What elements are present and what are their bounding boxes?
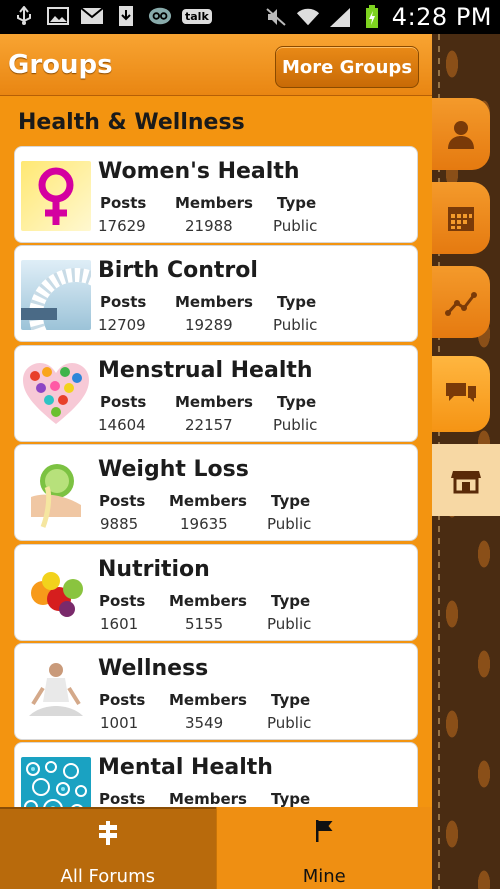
type-label: Type [277,293,317,312]
type-value: Public [267,515,312,534]
chart-icon [445,292,477,316]
posts-label: Posts [100,293,147,312]
posts-value: 9885 [100,515,139,534]
voicemail-icon [148,5,172,27]
type-label: Type [271,591,311,610]
wellness-thumbnail [21,657,91,728]
members-value: 22157 [185,415,233,434]
members-value: 3549 [185,713,224,732]
posts-value: 12709 [98,316,146,335]
clock: 4:28 PM [391,3,492,31]
type-value: Public [267,614,312,633]
posts-label: Posts [100,194,147,212]
posts-label: Posts [99,790,146,809]
group-name: Nutrition [98,556,210,582]
store-icon [451,471,481,494]
group-name: Mental Health [98,755,273,781]
posts-label: Posts [99,591,146,610]
flag-icon [316,820,333,842]
group-card-womens-health[interactable]: Women's Health Posts Members Type 17629 … [14,146,418,243]
group-card-nutrition[interactable]: Nutrition Posts Members Type 1601 5155 P… [14,543,418,641]
side-panel [432,34,500,889]
download-icon [114,5,138,27]
members-label: Members [169,492,247,511]
bottom-tab-bar: All Forums Mine [0,807,432,889]
calendar-icon [448,207,474,231]
group-list[interactable]: Women's Health Posts Members Type 17629 … [14,146,418,842]
type-value: Public [267,713,312,732]
members-label: Members [175,392,253,411]
members-value: 19289 [185,316,233,335]
status-bar: talk 4:28 PM [0,0,500,34]
header-bar: Groups More Groups [0,34,432,96]
members-label: Members [175,293,253,312]
image-icon [46,5,70,27]
talk-icon: talk [182,8,212,24]
weight-loss-thumbnail [21,459,91,530]
birth-control-thumbnail [21,260,91,331]
calendar-tab[interactable] [432,182,490,254]
more-groups-button[interactable]: More Groups [275,46,419,88]
group-name: Wellness [98,655,209,681]
chat-icon [446,383,476,402]
group-card-birth-control[interactable]: Birth Control Posts Members Type 12709 1… [14,245,418,343]
group-name: Birth Control [98,258,258,284]
signpost-icon [98,821,117,845]
members-value: 5155 [185,614,224,633]
groups-drawer: Groups More Groups Health & Wellness Wom… [0,34,432,889]
type-label: Type [271,690,311,709]
tab-mine[interactable]: Mine [215,807,432,889]
group-card-weight-loss[interactable]: Weight Loss Posts Members Type 9885 1963… [14,444,418,542]
group-name: Menstrual Health [98,357,313,383]
members-label: Members [169,790,247,809]
group-name: Women's Health [98,159,300,184]
store-tab[interactable] [432,444,500,516]
type-value: Public [273,316,318,335]
members-value: 21988 [185,217,233,235]
group-card-wellness[interactable]: Wellness Posts Members Type 1001 3549 Pu… [14,642,418,740]
members-label: Members [175,194,253,212]
usb-icon [12,5,36,27]
members-label: Members [169,591,247,610]
profile-icon [448,121,474,149]
posts-label: Posts [100,392,147,411]
group-card-menstrual-health[interactable]: Menstrual Health Posts Members Type 1460… [14,344,418,442]
wifi-icon [296,6,320,28]
type-value: Public [273,415,318,434]
battery-charging-icon [360,5,384,28]
members-label: Members [169,690,247,709]
type-label: Type [277,194,317,212]
type-label: Type [277,392,317,411]
chart-tab[interactable] [432,266,490,338]
gmail-icon [80,5,104,27]
profile-tab[interactable] [432,98,490,170]
page-title: Groups [8,50,113,80]
type-label: Type [271,492,311,511]
womens-health-thumbnail [21,161,91,231]
posts-value: 14604 [98,415,146,434]
tab-label: Mine [302,866,346,887]
menstrual-health-thumbnail [21,359,91,430]
type-value: Public [273,217,318,235]
signal-icon [328,6,352,28]
mute-icon [264,6,288,28]
members-value: 19635 [180,515,228,534]
tab-label: All Forums [60,866,155,887]
type-label: Type [271,790,311,809]
posts-label: Posts [99,690,146,709]
posts-value: 17629 [98,217,146,235]
chat-tab[interactable] [432,356,490,432]
posts-value: 1001 [100,713,139,732]
posts-label: Posts [99,492,146,511]
posts-value: 1601 [100,614,139,633]
tab-all-forums[interactable]: All Forums [0,807,216,889]
section-title: Health & Wellness [18,110,245,135]
group-name: Weight Loss [98,457,249,483]
nutrition-thumbnail [21,558,91,629]
